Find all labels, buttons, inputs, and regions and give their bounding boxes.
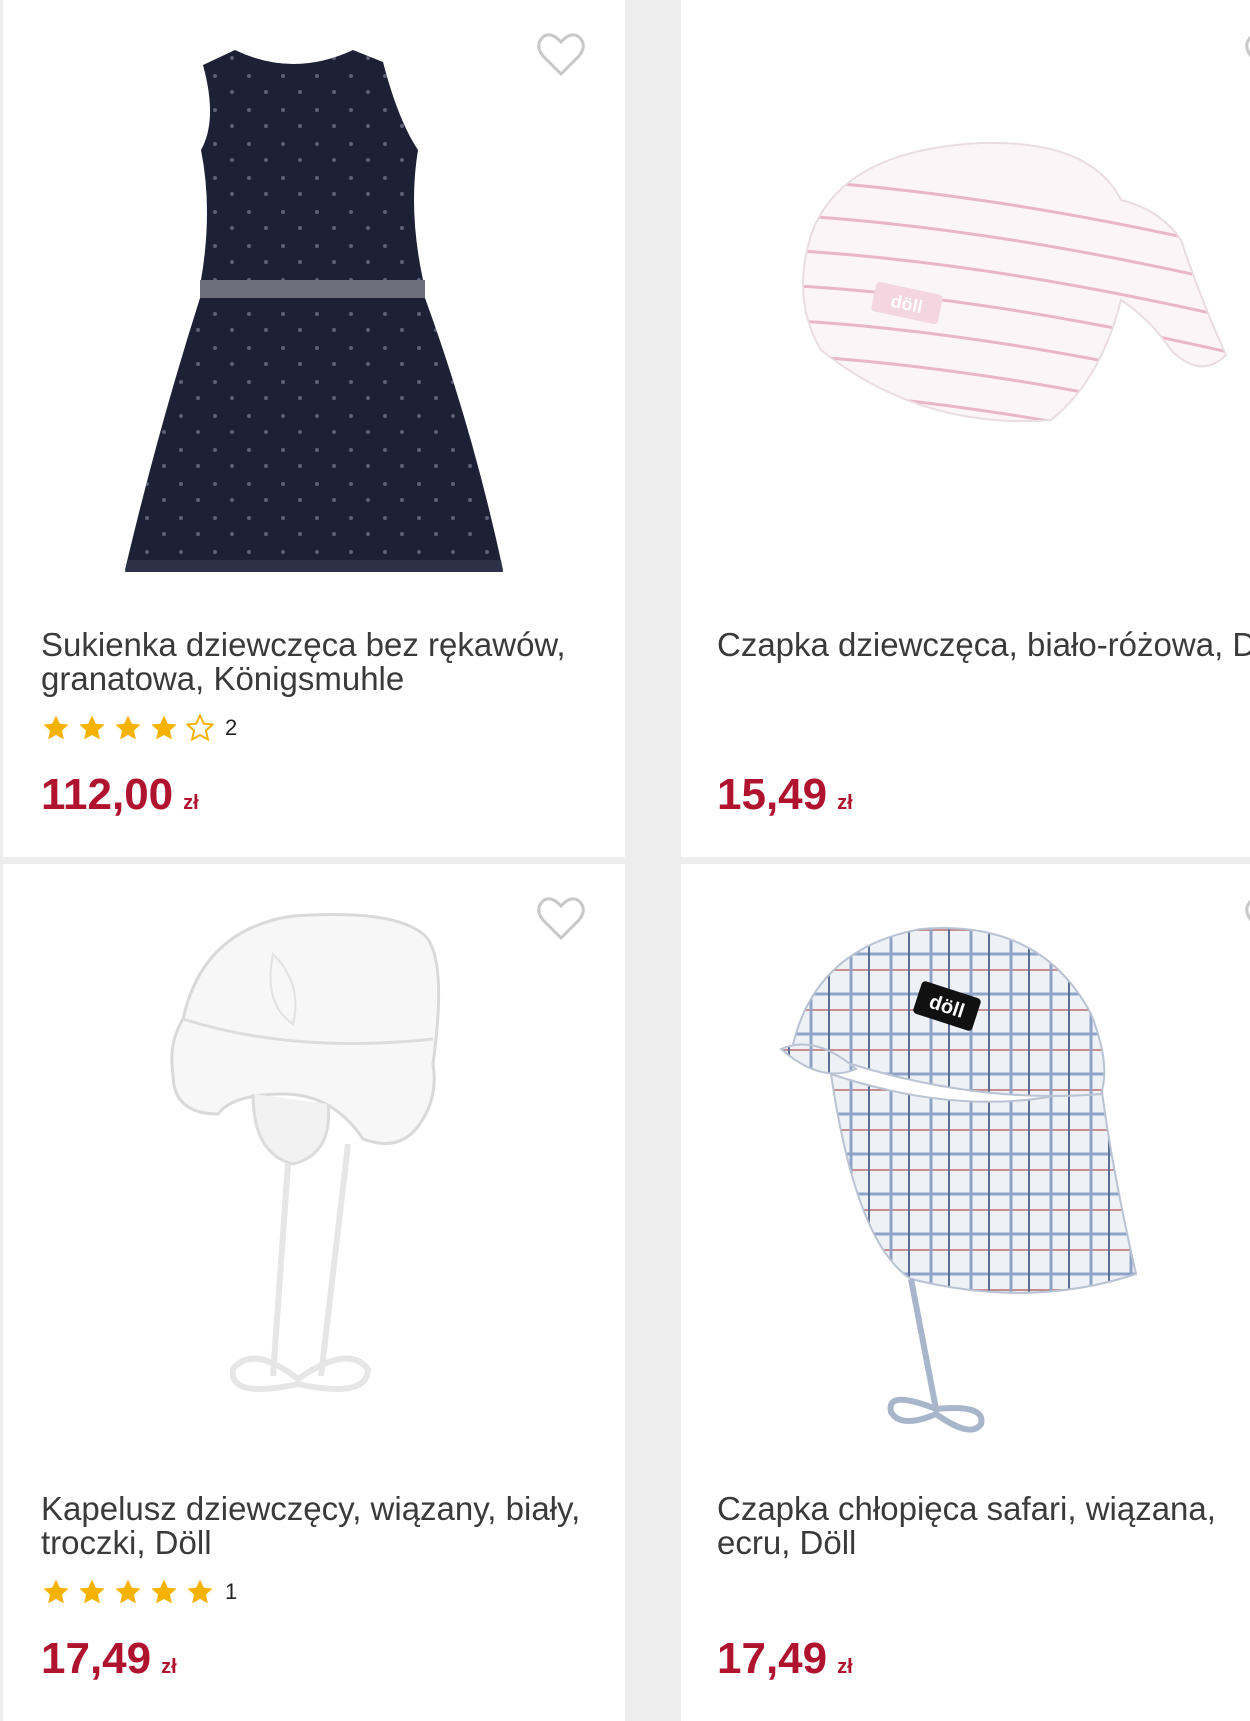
- star-filled-icon: [79, 715, 105, 740]
- rating-count: 2: [225, 715, 238, 740]
- star-filled-icon: [151, 1579, 177, 1604]
- price-value: 15,49: [717, 770, 828, 819]
- product-card[interactable]: döll Czapka dziewczęca, biało-różowa, Dö…: [681, 0, 1250, 857]
- star-filled-icon: [187, 1579, 213, 1604]
- product-price: 112,00 zł: [41, 770, 199, 828]
- product-image-hat[interactable]: döll: [681, 0, 1250, 600]
- product-card[interactable]: Sukienka dziewczęca bez rękawów, granato…: [3, 0, 625, 857]
- star-filled-icon: [79, 1579, 105, 1604]
- product-card[interactable]: döll Czapka chłopięca safari, wiązana, e…: [681, 864, 1250, 1721]
- favorite-heart-icon[interactable]: [535, 30, 587, 78]
- price-currency: zł: [837, 792, 853, 814]
- product-rating: 1: [41, 1576, 237, 1608]
- product-title[interactable]: Kapelusz dziewczęcy, wiązany, biały, tro…: [41, 1492, 601, 1560]
- star-filled-icon: [115, 715, 141, 740]
- favorite-heart-icon[interactable]: [1243, 30, 1250, 78]
- rating-count: 1: [225, 1579, 238, 1604]
- product-image-safari-cap[interactable]: döll: [681, 864, 1250, 1464]
- product-title[interactable]: Czapka chłopięca safari, wiązana, ecru, …: [717, 1492, 1250, 1560]
- star-filled-icon: [43, 1579, 69, 1604]
- price-currency: zł: [183, 792, 199, 814]
- product-rating: 2: [41, 712, 237, 744]
- product-grid: Sukienka dziewczęca bez rękawów, granato…: [0, 0, 1250, 1721]
- product-price: 15,49 zł: [717, 770, 853, 828]
- product-image-dress[interactable]: [3, 0, 625, 600]
- product-card[interactable]: Kapelusz dziewczęcy, wiązany, biały, tro…: [3, 864, 625, 1721]
- product-price: 17,49 zł: [41, 1634, 177, 1692]
- star-filled-icon: [151, 715, 177, 740]
- price-currency: zł: [837, 1656, 853, 1678]
- favorite-heart-icon[interactable]: [1243, 894, 1250, 942]
- product-title[interactable]: Sukienka dziewczęca bez rękawów, granato…: [41, 628, 601, 696]
- price-value: 17,49: [41, 1634, 152, 1683]
- star-outline-icon: [185, 713, 215, 742]
- product-price: 17,49 zł: [717, 1634, 853, 1692]
- price-currency: zł: [161, 1656, 177, 1678]
- star-filled-icon: [43, 715, 69, 740]
- favorite-heart-icon[interactable]: [535, 894, 587, 942]
- price-value: 17,49: [717, 1634, 828, 1683]
- product-title[interactable]: Czapka dziewczęca, biało-różowa, Döll: [717, 628, 1250, 662]
- price-value: 112,00: [41, 770, 174, 819]
- product-image-bonnet[interactable]: [3, 864, 625, 1464]
- star-filled-icon: [115, 1579, 141, 1604]
